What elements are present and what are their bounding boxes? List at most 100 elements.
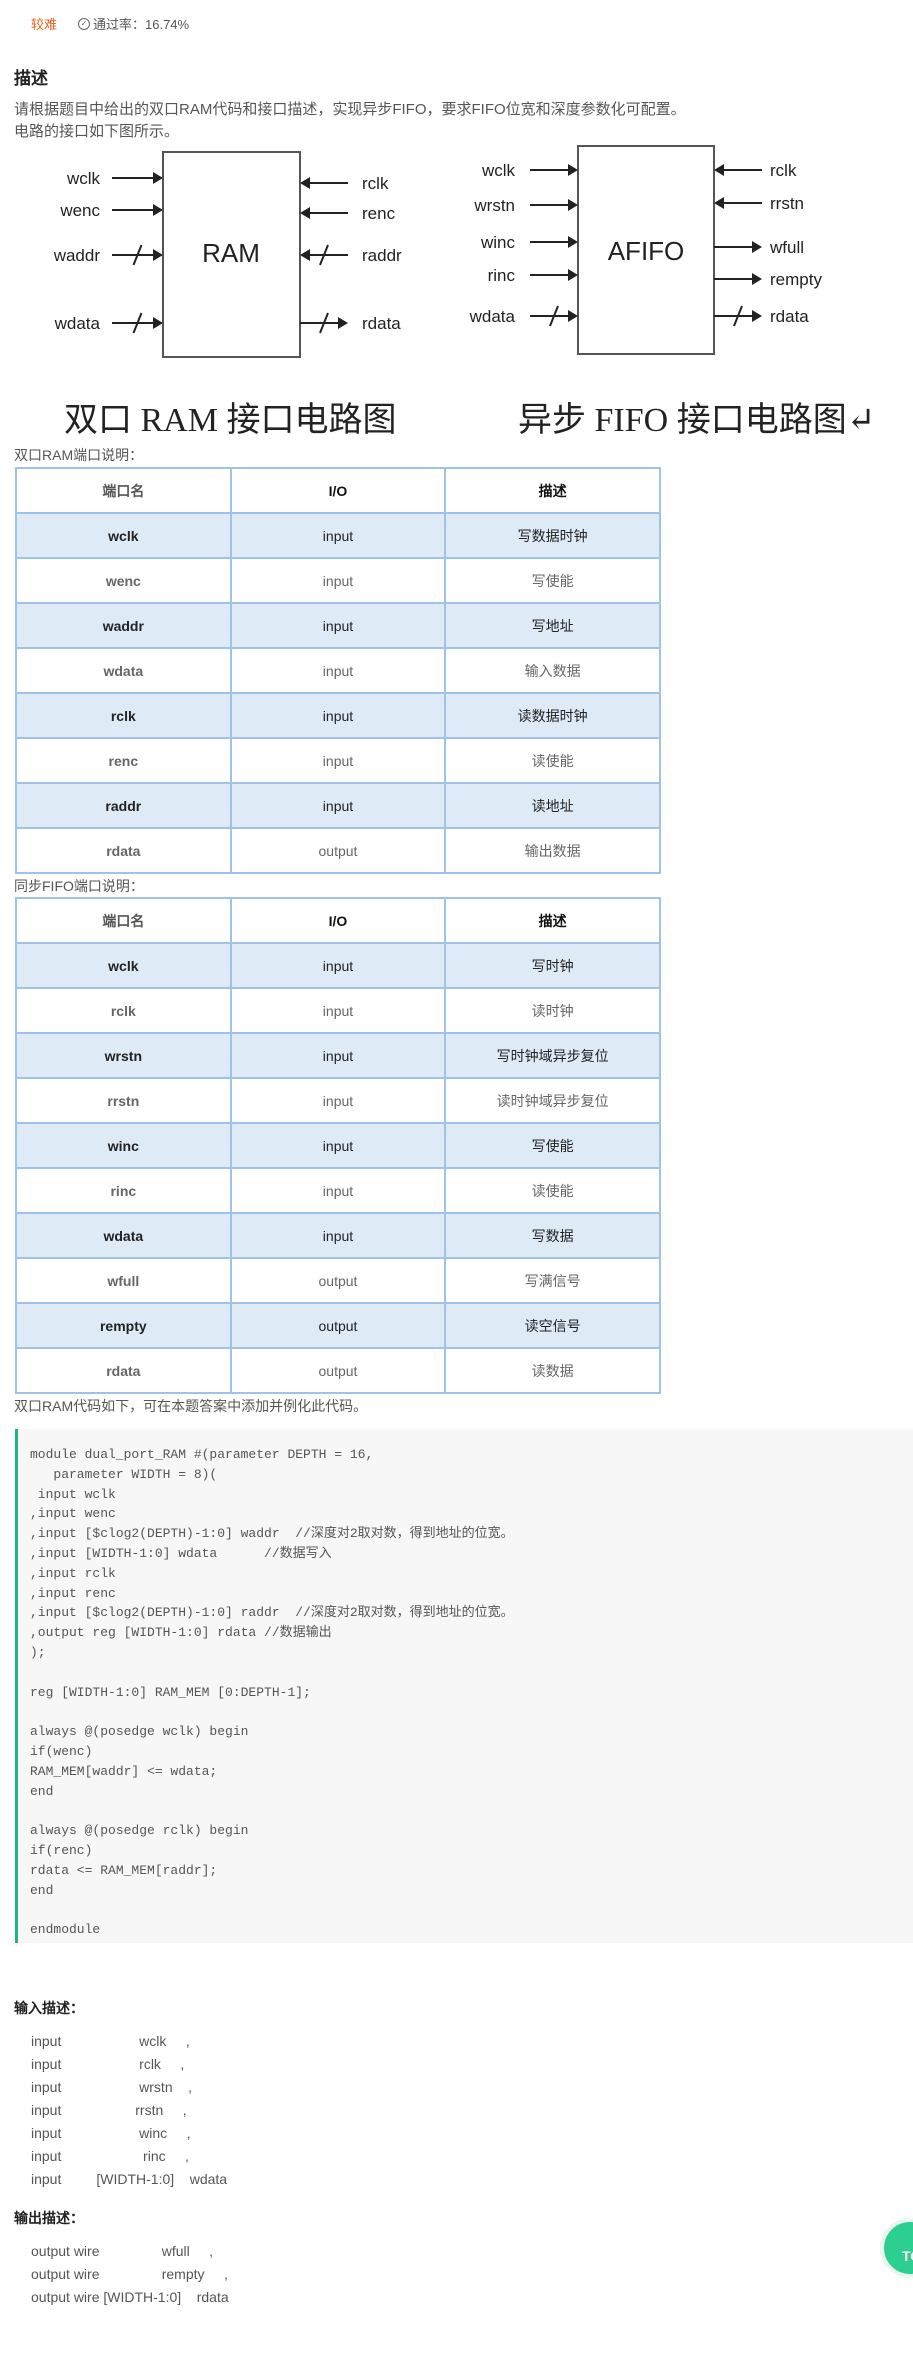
table-cell: 读时钟 bbox=[444, 987, 661, 1034]
table-header-row: 端口名 I/O 描述 bbox=[15, 897, 661, 944]
column-header: I/O bbox=[229, 897, 447, 944]
table-cell: rdata bbox=[15, 1347, 232, 1394]
table-row: wenc input 写使能 bbox=[15, 557, 661, 604]
table-row: wclk input 写时钟 bbox=[15, 942, 661, 989]
table-cell: raddr bbox=[15, 782, 232, 829]
table-cell: wdata bbox=[15, 647, 232, 694]
port-line: output wire wfull , bbox=[31, 2243, 214, 2259]
fifo-table-label: 同步FIFO端口说明： bbox=[14, 878, 144, 894]
table-cell: input bbox=[229, 987, 447, 1034]
signal-label: rempty bbox=[770, 270, 822, 289]
table-cell: input bbox=[229, 692, 447, 739]
arrow-left-icon bbox=[300, 177, 310, 189]
table-row: wdata input 输入数据 bbox=[15, 647, 661, 694]
check-circle-icon: ✓ bbox=[78, 17, 90, 30]
difficulty-badge: 较难 bbox=[31, 17, 58, 32]
signal-label: rinc bbox=[488, 266, 516, 285]
signal-label: wenc bbox=[59, 201, 100, 220]
port-line: output wire [WIDTH-1:0] rdata bbox=[31, 2289, 229, 2305]
table-row: winc input 写使能 bbox=[15, 1122, 661, 1169]
column-header: 描述 bbox=[444, 897, 661, 944]
table-cell: input bbox=[229, 512, 447, 559]
table-cell: input bbox=[229, 1032, 447, 1079]
column-header: 端口名 bbox=[15, 897, 232, 944]
table-cell: input bbox=[229, 782, 447, 829]
arrow-left-icon bbox=[300, 249, 310, 261]
table-cell: 读使能 bbox=[444, 737, 661, 784]
arrow-right-icon bbox=[153, 204, 163, 216]
table-row: rdata output 读数据 bbox=[15, 1347, 661, 1394]
table-cell: rclk bbox=[15, 692, 232, 739]
table-cell: input bbox=[229, 647, 447, 694]
ram-port-table: 端口名 I/O 描述 wclk input 写数据时钟 wenc input 写使能 waddr i… bbox=[15, 467, 661, 874]
table-row: raddr input 读地址 bbox=[15, 782, 661, 829]
fifo-box-label: AFIFO bbox=[608, 236, 685, 266]
table-cell: wfull bbox=[15, 1257, 232, 1304]
table-cell: rrstn bbox=[15, 1077, 232, 1124]
back-to-top-button[interactable]: TO bbox=[880, 2218, 913, 2278]
table-cell: input bbox=[229, 1167, 447, 1214]
arrow-right-icon bbox=[568, 269, 578, 281]
table-cell: output bbox=[229, 1257, 447, 1304]
column-header: 描述 bbox=[444, 467, 661, 514]
table-cell: 写时钟域异步复位 bbox=[444, 1032, 661, 1079]
table-row: rinc input 读使能 bbox=[15, 1167, 661, 1214]
table-cell: input bbox=[229, 557, 447, 604]
arrow-right-icon bbox=[338, 317, 348, 329]
table-cell: 读时钟域异步复位 bbox=[444, 1077, 661, 1124]
port-line: output wire rempty , bbox=[31, 2266, 228, 2282]
fifo-port-table: 端口名 I/O 描述 wclk input 写时钟 rclk input 读时钟 wrstn inp… bbox=[15, 897, 661, 1394]
table-cell: output bbox=[229, 1347, 447, 1394]
ram-box-label: RAM bbox=[202, 238, 260, 268]
table-row: renc input 读使能 bbox=[15, 737, 661, 784]
table-row: wclk input 写数据时钟 bbox=[15, 512, 661, 559]
arrow-left-icon bbox=[300, 207, 310, 219]
table-cell: rdata bbox=[15, 827, 232, 874]
signal-label: waddr bbox=[53, 246, 101, 265]
table-row: rdata output 输出数据 bbox=[15, 827, 661, 874]
table-cell: wclk bbox=[15, 512, 232, 559]
fifo-caption: 异步 FIFO 接口电路图↵ bbox=[518, 402, 876, 439]
table-row: wfull output 写满信号 bbox=[15, 1257, 661, 1304]
port-line: input rclk , bbox=[31, 2056, 185, 2072]
column-header: I/O bbox=[229, 467, 447, 514]
table-row: rrstn input 读时钟域异步复位 bbox=[15, 1077, 661, 1124]
table-cell: 读地址 bbox=[444, 782, 661, 829]
table-header-row: 端口名 I/O 描述 bbox=[15, 467, 661, 514]
table-cell: rclk bbox=[15, 987, 232, 1034]
table-cell: input bbox=[229, 1122, 447, 1169]
arrow-right-icon bbox=[752, 310, 762, 322]
signal-label: raddr bbox=[362, 246, 402, 265]
table-row: wdata input 写数据 bbox=[15, 1212, 661, 1259]
table-cell: 写数据 bbox=[444, 1212, 661, 1259]
signal-label: wdata bbox=[54, 314, 101, 333]
code-label: 双口RAM代码如下，可在本题答案中添加并例化此代码。 bbox=[14, 1398, 368, 1414]
description-line2: 电路的接口如下图所示。 bbox=[14, 123, 180, 140]
port-line: input rinc , bbox=[31, 2148, 189, 2164]
signal-label: rdata bbox=[770, 307, 809, 326]
arrow-left-icon bbox=[714, 197, 724, 209]
table-cell: renc bbox=[15, 737, 232, 784]
code-block: module dual_port_RAM #(parameter DEPTH =… bbox=[15, 1429, 913, 1943]
table-cell: wrstn bbox=[15, 1032, 232, 1079]
port-line: input winc , bbox=[31, 2125, 191, 2141]
table-cell: input bbox=[229, 1212, 447, 1259]
arrow-right-icon bbox=[568, 164, 578, 176]
signal-label: winc bbox=[480, 233, 516, 252]
table-cell: 输出数据 bbox=[444, 827, 661, 874]
signal-label: wdata bbox=[469, 307, 516, 326]
arrow-right-icon bbox=[568, 310, 578, 322]
table-cell: wclk bbox=[15, 942, 232, 989]
table-row: rclk input 读数据时钟 bbox=[15, 692, 661, 739]
signal-label: renc bbox=[362, 204, 396, 223]
description-heading: 描述 bbox=[14, 69, 48, 88]
table-cell: winc bbox=[15, 1122, 232, 1169]
table-cell: waddr bbox=[15, 602, 232, 649]
signal-label: wrstn bbox=[473, 196, 515, 215]
table-cell: 写地址 bbox=[444, 602, 661, 649]
arrow-right-icon bbox=[752, 273, 762, 285]
table-cell: input bbox=[229, 602, 447, 649]
pass-rate-text: 通过率：16.74% bbox=[93, 17, 190, 32]
table-cell: 写数据时钟 bbox=[444, 512, 661, 559]
table-row: waddr input 写地址 bbox=[15, 602, 661, 649]
